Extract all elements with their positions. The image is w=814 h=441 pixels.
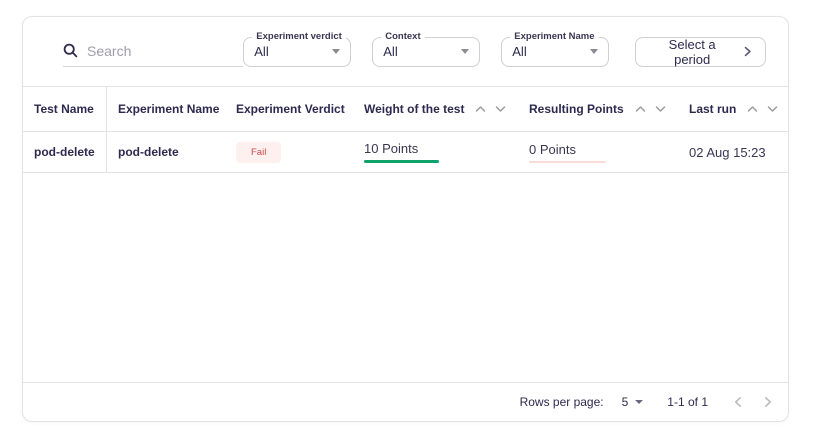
- column-label: Last run: [689, 102, 736, 116]
- table-row[interactable]: pod-delete pod-delete Fail 10 Points 0 P…: [23, 132, 788, 173]
- weight-cell: 10 Points: [353, 141, 518, 163]
- pagination-controls: [734, 396, 772, 408]
- column-header-test-name: Test Name: [23, 87, 107, 131]
- column-label: Test Name: [34, 102, 94, 116]
- column-header-resulting-points: Resulting Points: [518, 102, 678, 116]
- weight-progress-bar: [364, 160, 439, 163]
- test-name-value: pod-delete: [34, 145, 95, 159]
- experiment-verdict-select[interactable]: Experiment verdict All: [243, 37, 351, 67]
- previous-page-button[interactable]: [734, 396, 742, 408]
- search-input[interactable]: [87, 43, 243, 59]
- table-header-row: Test Name Experiment Name Experiment Ver…: [23, 86, 788, 132]
- pagination-range: 1-1 of 1: [667, 395, 708, 409]
- sort-controls: [635, 105, 666, 113]
- column-header-weight: Weight of the test: [353, 102, 518, 116]
- context-select[interactable]: Context All: [372, 37, 480, 67]
- search-icon: [63, 43, 78, 58]
- verdict-cell: Fail: [225, 142, 353, 163]
- select-period-label: Select a period: [649, 37, 735, 67]
- column-label: Experiment Name: [118, 102, 219, 116]
- last-run-value: 02 Aug 15:23: [689, 145, 766, 160]
- column-label: Weight of the test: [364, 102, 464, 116]
- chevron-left-icon: [734, 396, 742, 408]
- experiment-name-label: Experiment Name: [510, 31, 598, 42]
- filter-toolbar: Experiment verdict All Context All Exper…: [23, 17, 788, 86]
- rows-per-page-label: Rows per page:: [520, 395, 604, 409]
- resulting-points-value: 0 Points: [529, 142, 678, 157]
- experiment-name-select[interactable]: Experiment Name All: [501, 37, 609, 67]
- experiment-verdict-label: Experiment verdict: [252, 31, 346, 42]
- column-label: Experiment Verdict: [236, 102, 345, 116]
- filter-dropdowns: Experiment verdict All Context All Exper…: [243, 37, 609, 67]
- last-run-cell: 02 Aug 15:23: [678, 145, 788, 160]
- dropdown-caret-icon: [461, 49, 469, 54]
- weight-value: 10 Points: [364, 141, 518, 156]
- pagination-footer: Rows per page: 5 1-1 of 1: [23, 382, 788, 421]
- column-label: Resulting Points: [529, 102, 624, 116]
- experiment-name-value: All: [512, 44, 526, 59]
- dropdown-caret-icon: [635, 400, 643, 404]
- dropdown-caret-icon: [590, 49, 598, 54]
- dropdown-caret-icon: [332, 49, 340, 54]
- chevron-right-icon: [744, 46, 752, 57]
- sort-descending-icon[interactable]: [767, 105, 778, 113]
- sort-controls: [747, 105, 778, 113]
- next-page-button[interactable]: [764, 396, 772, 408]
- sort-descending-icon[interactable]: [655, 105, 666, 113]
- sort-ascending-icon[interactable]: [747, 105, 758, 113]
- rows-per-page-value: 5: [622, 395, 629, 409]
- experiment-name-value: pod-delete: [118, 145, 179, 159]
- rows-per-page-select[interactable]: 5: [622, 395, 644, 409]
- resulting-points-cell: 0 Points: [518, 142, 678, 163]
- chevron-right-icon: [764, 396, 772, 408]
- column-header-last-run: Last run: [678, 102, 788, 116]
- select-period-button[interactable]: Select a period: [635, 37, 766, 67]
- context-label: Context: [381, 31, 424, 42]
- empty-table-area: [23, 173, 788, 382]
- fail-status-badge: Fail: [236, 142, 281, 163]
- test-name-cell: pod-delete: [23, 132, 107, 172]
- search-box[interactable]: [63, 43, 243, 67]
- sort-descending-icon[interactable]: [495, 105, 506, 113]
- resulting-points-progress-bar: [529, 161, 606, 163]
- sort-ascending-icon[interactable]: [475, 105, 486, 113]
- column-header-experiment-verdict: Experiment Verdict: [225, 102, 353, 116]
- results-table-card: Experiment verdict All Context All Exper…: [22, 16, 789, 422]
- experiment-verdict-value: All: [254, 44, 268, 59]
- sort-ascending-icon[interactable]: [635, 105, 646, 113]
- column-header-experiment-name: Experiment Name: [107, 102, 225, 116]
- sort-controls: [475, 105, 506, 113]
- experiment-name-cell: pod-delete: [107, 145, 225, 159]
- context-value: All: [383, 44, 397, 59]
